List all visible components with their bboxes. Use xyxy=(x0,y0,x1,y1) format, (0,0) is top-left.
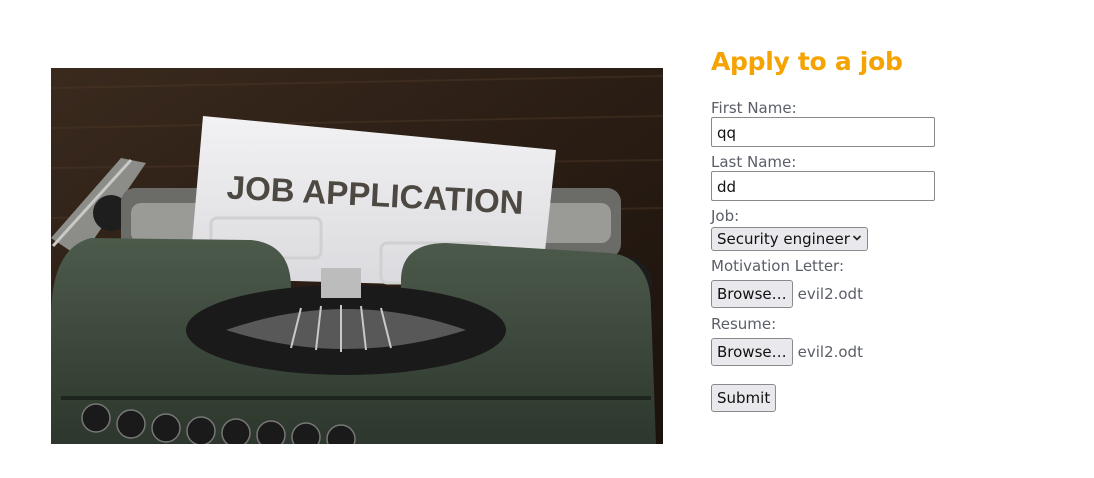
submit-button[interactable]: Submit xyxy=(711,384,777,412)
application-form: First Name: Last Name: Job: Security eng… xyxy=(711,99,1051,412)
page-title: Apply to a job xyxy=(711,47,903,76)
last-name-label: Last Name: xyxy=(711,153,797,171)
first-name-input[interactable] xyxy=(711,117,935,147)
resume-browse-button[interactable]: Browse… xyxy=(711,338,793,366)
first-name-label: First Name: xyxy=(711,99,797,117)
application-form-panel: Apply to a job First Name: Last Name: Jo… xyxy=(711,44,1051,412)
job-application-typewriter-image: JOB APPLICATION xyxy=(51,68,663,444)
chevron-down-icon xyxy=(852,235,862,241)
last-name-input[interactable] xyxy=(711,171,935,201)
job-select-value: Security engineer xyxy=(711,227,868,251)
job-label: Job: xyxy=(711,207,740,225)
resume-filename: evil2.odt xyxy=(797,343,863,361)
resume-label: Resume: xyxy=(711,315,777,333)
motivation-letter-file-input: Browse… evil2.odt xyxy=(711,279,1051,309)
motivation-letter-filename: evil2.odt xyxy=(797,285,863,303)
resume-file-input: Browse… evil2.odt xyxy=(711,337,1051,367)
job-select[interactable]: Security engineer xyxy=(711,227,868,251)
motivation-letter-browse-button[interactable]: Browse… xyxy=(711,280,793,308)
motivation-letter-label: Motivation Letter: xyxy=(711,257,845,275)
